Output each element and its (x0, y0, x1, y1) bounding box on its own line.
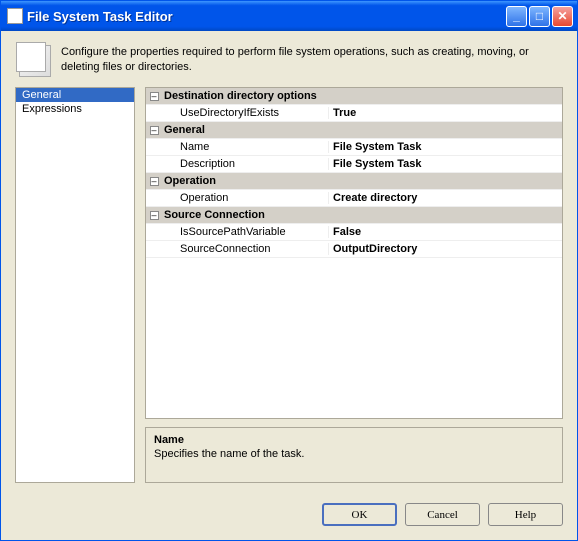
sidebar-item-general[interactable]: General (16, 88, 134, 102)
help-title: Name (154, 434, 554, 446)
expand-icon[interactable]: – (146, 176, 160, 186)
group-destination[interactable]: – Destination directory options (146, 88, 562, 105)
main-panel: – Destination directory options UseDirec… (145, 87, 563, 483)
prop-issourcepathvariable[interactable]: IsSourcePathVariable False (146, 224, 562, 241)
close-button[interactable]: ✕ (552, 6, 573, 27)
page-sidebar: General Expressions (15, 87, 135, 483)
prop-sourceconnection[interactable]: SourceConnection OutputDirectory (146, 241, 562, 258)
ok-button[interactable]: OK (322, 503, 397, 526)
prop-usedirectoryifexists[interactable]: UseDirectoryIfExists True (146, 105, 562, 122)
help-panel: Name Specifies the name of the task. (145, 427, 563, 483)
help-button[interactable]: Help (488, 503, 563, 526)
dialog-footer: OK Cancel Help (1, 493, 577, 540)
cancel-button[interactable]: Cancel (405, 503, 480, 526)
titlebar: File System Task Editor _ □ ✕ (1, 1, 577, 31)
prop-name[interactable]: Name File System Task (146, 139, 562, 156)
dialog-header: Configure the properties required to per… (1, 31, 577, 87)
group-source-connection[interactable]: – Source Connection (146, 207, 562, 224)
window-controls: _ □ ✕ (506, 6, 573, 27)
group-general[interactable]: – General (146, 122, 562, 139)
expand-icon[interactable]: – (146, 125, 160, 135)
app-icon (7, 8, 23, 24)
prop-description[interactable]: Description File System Task (146, 156, 562, 173)
group-operation[interactable]: – Operation (146, 173, 562, 190)
window-title: File System Task Editor (27, 9, 506, 24)
minimize-button[interactable]: _ (506, 6, 527, 27)
maximize-button[interactable]: □ (529, 6, 550, 27)
content-area: General Expressions – Destination direct… (1, 87, 577, 493)
task-icon (19, 45, 51, 77)
help-description: Specifies the name of the task. (154, 448, 554, 460)
dialog-description: Configure the properties required to per… (61, 45, 559, 76)
property-grid: – Destination directory options UseDirec… (145, 87, 563, 419)
expand-icon[interactable]: – (146, 210, 160, 220)
expand-icon[interactable]: – (146, 91, 160, 101)
window: File System Task Editor _ □ ✕ Configure … (0, 0, 578, 541)
prop-operation[interactable]: Operation Create directory (146, 190, 562, 207)
sidebar-item-expressions[interactable]: Expressions (16, 102, 134, 116)
